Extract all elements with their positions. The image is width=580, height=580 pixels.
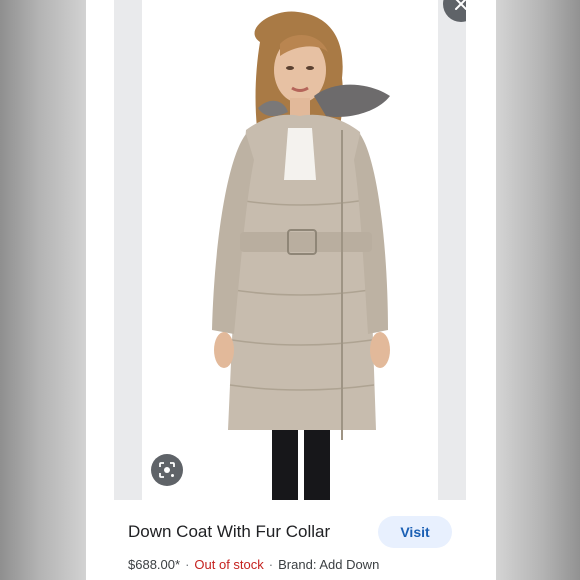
meta-separator: · [185,557,190,572]
product-card: Down Coat With Fur Collar Visit $688.00*… [86,0,496,580]
product-brand: Brand: Add Down [278,557,380,572]
stock-status: Out of stock [194,557,264,572]
close-icon [455,0,466,10]
product-price: $688.00* [128,557,181,572]
coat-model-illustration [212,11,390,500]
product-image-canvas [142,0,438,500]
meta-separator: · [268,557,274,572]
lens-search-icon [159,462,175,478]
left-backdrop [0,0,86,580]
lens-search-button[interactable] [151,454,183,486]
product-meta: $688.00* · Out of stock · Brand: Add Down [128,557,379,572]
right-backdrop [496,0,580,580]
product-title[interactable]: Down Coat With Fur Collar [128,522,330,542]
product-image[interactable] [114,0,466,500]
visit-button[interactable]: Visit [378,516,452,548]
close-button[interactable] [443,0,466,22]
